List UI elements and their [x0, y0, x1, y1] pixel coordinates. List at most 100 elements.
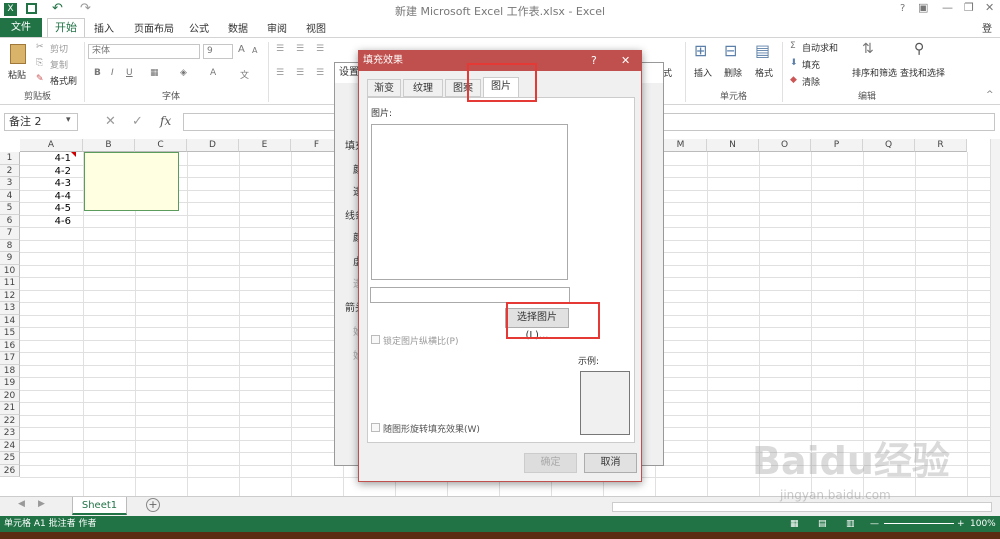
tab-file[interactable]: 文件 [0, 18, 42, 37]
row-header[interactable]: 13 [0, 302, 20, 315]
fill-button[interactable]: 填充 [802, 58, 820, 71]
column-header[interactable]: D [187, 139, 239, 152]
bold-button[interactable]: B [94, 68, 101, 78]
next-sheet-icon[interactable]: ▶ [38, 499, 45, 509]
horizontal-scrollbar[interactable] [612, 502, 992, 512]
paste-icon[interactable] [10, 44, 26, 64]
align-right-icon[interactable]: ☰ [316, 68, 324, 78]
row-header[interactable]: 25 [0, 452, 20, 465]
column-header[interactable]: O [759, 139, 811, 152]
column-header[interactable]: A [20, 139, 83, 152]
tab-insert[interactable]: 插入 [94, 20, 114, 35]
ok-button[interactable]: 确定 [524, 453, 577, 473]
font-size-select[interactable]: 9 [203, 44, 233, 59]
sort-filter-button[interactable]: 排序和筛选 [852, 66, 897, 79]
find-select-button[interactable]: 查找和选择 [900, 66, 945, 79]
page-layout-view-icon[interactable]: ▤ [818, 516, 827, 532]
zoom-slider[interactable] [884, 523, 954, 524]
cancel-formula-icon[interactable]: ✕ [105, 114, 116, 129]
redo-icon[interactable]: ↷ [80, 1, 91, 16]
font-name-select[interactable]: 宋体 [88, 44, 200, 59]
row-header[interactable]: 10 [0, 264, 20, 277]
row-header[interactable]: 8 [0, 239, 20, 252]
row-header[interactable]: 4 [0, 189, 20, 202]
normal-view-icon[interactable]: ▦ [790, 516, 799, 532]
fill-color-icon[interactable]: ◈ [180, 68, 187, 78]
row-header[interactable]: 21 [0, 402, 20, 415]
name-box-dropdown-icon[interactable]: ▾ [66, 115, 71, 125]
lock-ratio-checkbox[interactable] [371, 335, 380, 344]
tab-view[interactable]: 视图 [306, 20, 326, 35]
font-color-icon[interactable]: A [210, 68, 216, 78]
align-center-icon[interactable]: ☰ [296, 68, 304, 78]
eraser-icon[interactable]: ◆ [790, 75, 797, 85]
row-header[interactable]: 3 [0, 177, 20, 190]
column-header[interactable]: Q [863, 139, 915, 152]
underline-button[interactable]: U [126, 68, 133, 78]
phonetic-icon[interactable]: 文 [240, 68, 249, 81]
italic-button[interactable]: I [111, 68, 114, 78]
copy-button[interactable]: 复制 [50, 58, 68, 71]
page-break-view-icon[interactable]: ▥ [846, 516, 855, 532]
cut-button[interactable]: 剪切 [50, 42, 68, 55]
align-middle-icon[interactable]: ☰ [296, 44, 304, 54]
row-header[interactable]: 22 [0, 414, 20, 427]
add-sheet-button[interactable]: + [146, 498, 160, 512]
row-header[interactable]: 9 [0, 252, 20, 265]
cancel-button[interactable]: 取消 [584, 453, 637, 473]
autosum-icon[interactable]: Σ [790, 41, 796, 51]
format-cells-icon[interactable]: ▤ [755, 41, 770, 60]
column-header[interactable]: B [83, 139, 135, 152]
row-header[interactable]: 17 [0, 352, 20, 365]
prev-sheet-icon[interactable]: ◀ [18, 499, 25, 509]
ribbon-display-icon[interactable]: ▣ [918, 1, 928, 14]
dialog-help-icon[interactable]: ? [591, 54, 597, 67]
column-header[interactable]: E [239, 139, 291, 152]
copy-icon[interactable]: ⎘ [36, 58, 43, 68]
zoom-level[interactable]: 100% [970, 516, 996, 532]
align-left-icon[interactable]: ☰ [276, 68, 284, 78]
tab-gradient[interactable]: 渐变 [367, 79, 401, 97]
grow-font-icon[interactable]: A [238, 44, 245, 55]
tab-formulas[interactable]: 公式 [189, 20, 209, 35]
row-header[interactable]: 18 [0, 364, 20, 377]
row-header[interactable]: 14 [0, 314, 20, 327]
format-painter-button[interactable]: 格式刷 [50, 74, 77, 87]
row-header[interactable]: 23 [0, 427, 20, 440]
insert-cells-button[interactable]: 插入 [694, 66, 712, 79]
cell-a4[interactable]: 4-4 [21, 191, 71, 202]
vertical-scrollbar[interactable] [990, 139, 1000, 496]
format-painter-icon[interactable]: ✎ [36, 74, 44, 84]
align-bottom-icon[interactable]: ☰ [316, 44, 324, 54]
row-header[interactable]: 20 [0, 389, 20, 402]
cell-a1[interactable]: 4-1 [21, 153, 71, 164]
row-header[interactable]: 1 [0, 152, 20, 165]
tab-texture[interactable]: 纹理 [403, 79, 443, 97]
row-header[interactable]: 11 [0, 277, 20, 290]
scissors-icon[interactable]: ✂ [36, 42, 44, 52]
row-header[interactable]: 19 [0, 377, 20, 390]
save-icon[interactable] [26, 3, 37, 14]
tab-page-layout[interactable]: 页面布局 [134, 20, 174, 35]
collapse-ribbon-icon[interactable]: ^ [986, 90, 994, 100]
clear-button[interactable]: 清除 [802, 75, 820, 88]
tab-home[interactable]: 开始 [47, 18, 85, 37]
minimize-icon[interactable]: — [942, 1, 953, 14]
close-icon[interactable]: ✕ [985, 1, 994, 14]
sort-filter-icon[interactable]: ⇅ [862, 41, 874, 57]
zoom-out-icon[interactable]: — [870, 516, 879, 532]
tab-data[interactable]: 数据 [228, 20, 248, 35]
maximize-icon[interactable]: ❐ [964, 1, 974, 14]
comment-box[interactable] [84, 152, 179, 211]
undo-icon[interactable]: ↶ [52, 1, 63, 16]
dialog-close-icon[interactable]: ✕ [621, 54, 630, 67]
row-header[interactable]: 5 [0, 202, 20, 215]
cell-a5[interactable]: 4-5 [21, 203, 71, 214]
rotate-fill-checkbox[interactable] [371, 423, 380, 432]
border-icon[interactable]: ▦ [150, 68, 159, 78]
delete-cells-button[interactable]: 删除 [724, 66, 742, 79]
row-header[interactable]: 7 [0, 227, 20, 240]
delete-cells-icon[interactable]: ⊟ [724, 41, 737, 60]
binoculars-icon[interactable]: ⚲ [914, 41, 924, 57]
fill-icon[interactable]: ⬇ [790, 58, 798, 68]
